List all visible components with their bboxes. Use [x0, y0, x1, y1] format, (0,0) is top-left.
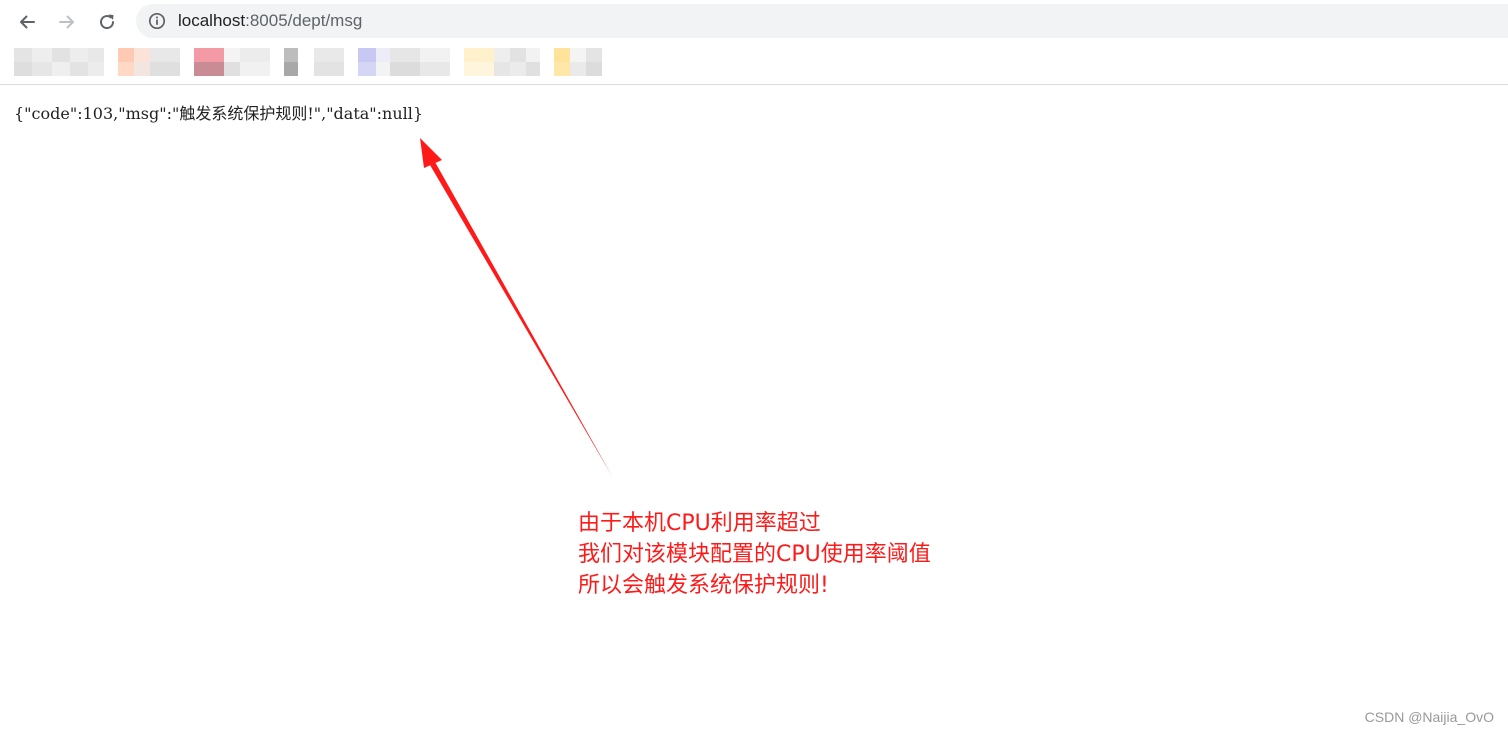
- reload-button[interactable]: [91, 6, 123, 38]
- bookmarks-bar: [0, 44, 1508, 85]
- reload-icon: [100, 14, 115, 30]
- forward-button[interactable]: [51, 6, 83, 38]
- address-bar[interactable]: localhost:8005/dept/msg: [136, 4, 1508, 38]
- url-host: localhost: [178, 11, 246, 30]
- bookmark-item[interactable]: [118, 44, 182, 80]
- arrow-right-icon: [59, 15, 74, 29]
- bookmark-item[interactable]: [14, 44, 106, 80]
- json-response-text: {"code":103,"msg":"触发系统保护规则!","data":nul…: [14, 104, 424, 123]
- watermark: CSDN @Naijia_OvO: [1364, 709, 1494, 725]
- browser-toolbar: localhost:8005/dept/msg: [0, 0, 1508, 44]
- info-icon[interactable]: [147, 11, 167, 31]
- bookmark-item[interactable]: [464, 44, 542, 80]
- annotation-line: 由于本机CPU利用率超过: [578, 511, 821, 536]
- url-text[interactable]: localhost:8005/dept/msg: [178, 11, 362, 31]
- annotation-text: 由于本机CPU利用率超过 我们对该模块配置的CPU使用率阈值 所以会触发系统保护…: [578, 508, 931, 601]
- annotation-line: 所以会触发系统保护规则!: [578, 573, 829, 598]
- bookmark-item[interactable]: [554, 44, 618, 80]
- bookmark-item[interactable]: [358, 44, 450, 80]
- annotation-line: 我们对该模块配置的CPU使用率阈值: [578, 542, 931, 567]
- bookmark-item[interactable]: [194, 44, 344, 80]
- url-path: :8005/dept/msg: [245, 11, 363, 30]
- arrow-left-icon: [20, 15, 35, 29]
- annotation-arrow-head: [420, 138, 442, 168]
- browser-window: localhost:8005/dept/msg {"code":103,"msg…: [0, 0, 1508, 734]
- back-button[interactable]: [11, 6, 43, 38]
- annotation-arrow-shaft: [430, 162, 612, 476]
